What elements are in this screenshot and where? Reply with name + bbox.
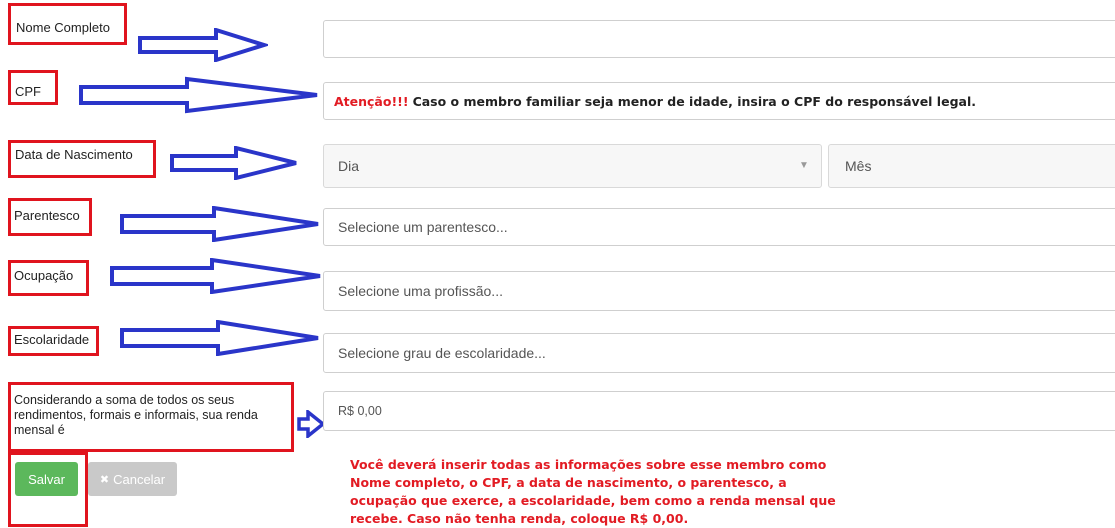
cpf-input[interactable]: Atenção!!! Caso o membro familiar seja m… — [323, 82, 1115, 120]
salvar-button[interactable]: Salvar — [15, 462, 78, 496]
arrow-right-icon — [138, 28, 268, 62]
nome-label: Nome Completo — [16, 20, 110, 35]
renda-label: Considerando a soma de todos os seus ren… — [14, 393, 258, 437]
caret-down-icon: ▼ — [799, 160, 809, 171]
escolaridade-placeholder: Selecione grau de escolaridade... — [338, 345, 546, 361]
renda-input[interactable]: R$ 0,00 — [323, 391, 1115, 431]
mes-placeholder: Mês — [845, 158, 872, 174]
escolaridade-select[interactable]: Selecione grau de escolaridade... — [323, 333, 1115, 373]
ocupacao-placeholder: Selecione uma profissão... — [338, 283, 503, 299]
arrow-right-icon — [120, 320, 319, 356]
mes-select[interactable]: Mês — [828, 144, 1115, 188]
arrow-right-icon — [297, 410, 326, 438]
dia-placeholder: Dia — [338, 158, 360, 174]
arrow-right-icon — [110, 258, 321, 294]
arrow-right-icon — [79, 76, 318, 114]
cancelar-button[interactable]: ✖ Cancelar — [88, 462, 177, 496]
escolaridade-label: Escolaridade — [14, 332, 90, 347]
parentesco-select[interactable]: Selecione um parentesco... — [323, 208, 1115, 246]
ocupacao-select[interactable]: Selecione uma profissão... — [323, 271, 1115, 311]
dia-select[interactable]: Dia — [323, 144, 822, 188]
arrow-right-icon — [170, 146, 297, 180]
parentesco-label: Parentesco — [14, 208, 80, 223]
arrow-right-icon — [120, 206, 319, 242]
cancelar-label: Cancelar — [113, 471, 166, 487]
times-icon: ✖ — [99, 473, 110, 486]
warning-prefix: Atenção!!! — [334, 93, 409, 109]
parentesco-placeholder: Selecione um parentesco... — [338, 219, 508, 235]
ocupacao-label: Ocupação — [14, 268, 74, 283]
salvar-label: Salvar — [28, 471, 65, 487]
cpf-label: CPF — [15, 84, 41, 99]
warning-text: Caso o membro familiar seja menor de ida… — [412, 93, 976, 109]
instruction-note: Você deverá inserir todas as informações… — [350, 457, 836, 526]
nascimento-label: Data de Nascimento — [15, 147, 133, 162]
renda-value: R$ 0,00 — [338, 404, 382, 418]
nome-completo-input[interactable] — [323, 20, 1115, 58]
